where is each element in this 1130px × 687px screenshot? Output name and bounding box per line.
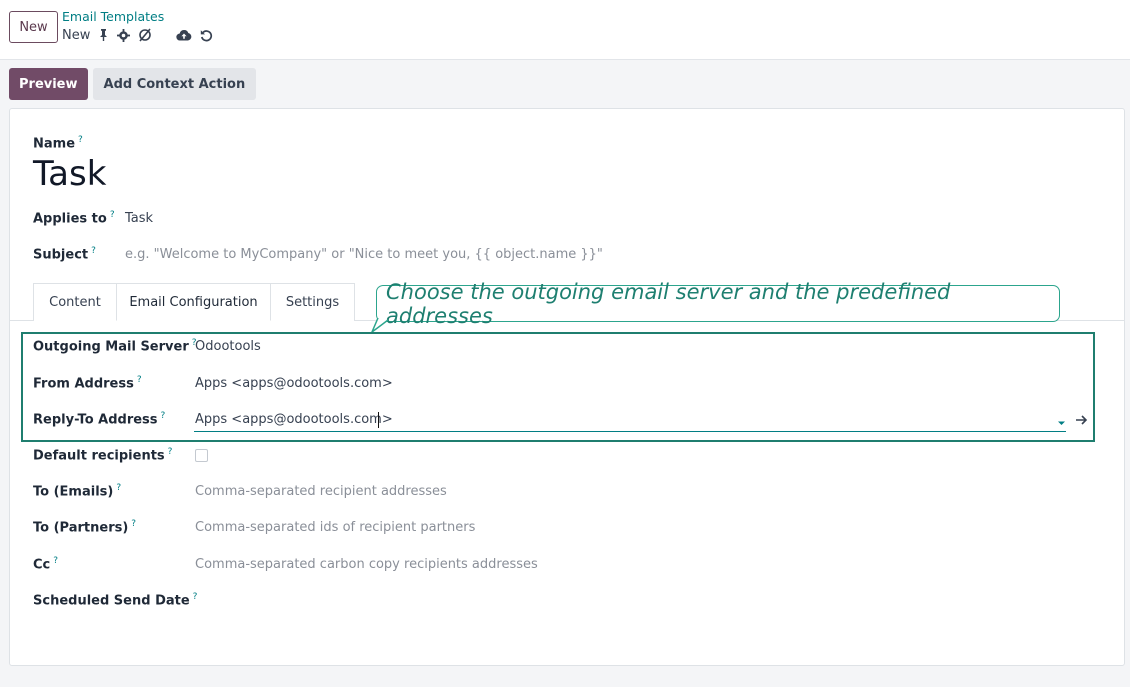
- outgoing-mail-server-label: Outgoing Mail Server?: [33, 338, 197, 355]
- text-caret: [378, 412, 379, 428]
- cc-input[interactable]: Comma-separated carbon copy recipients a…: [195, 557, 538, 572]
- tab-email-configuration[interactable]: Email Configuration: [116, 283, 271, 321]
- reply-to-address-input[interactable]: Apps <apps@odootools.com>: [195, 412, 393, 427]
- default-recipients-label: Default recipients?: [33, 447, 173, 464]
- record-status: New: [62, 26, 213, 44]
- applies-to-field[interactable]: Task: [125, 211, 153, 226]
- breadcrumb-email-templates[interactable]: Email Templates: [62, 9, 164, 24]
- help-icon[interactable]: ?: [168, 447, 173, 457]
- to-emails-input[interactable]: Comma-separated recipient addresses: [195, 484, 447, 499]
- help-icon[interactable]: ?: [91, 246, 96, 256]
- to-partners-input[interactable]: Comma-separated ids of recipient partner…: [195, 520, 475, 535]
- gear-icon[interactable]: [117, 28, 131, 42]
- help-icon[interactable]: ?: [110, 210, 115, 220]
- from-address-label: From Address?: [33, 375, 142, 392]
- cc-label: Cc?: [33, 556, 59, 573]
- help-icon[interactable]: ?: [137, 375, 142, 385]
- template-name-field[interactable]: Task: [33, 154, 106, 194]
- subject-label: Subject?: [33, 246, 96, 263]
- help-icon[interactable]: ?: [131, 519, 136, 529]
- form-action-bar: Preview Add Context Action: [9, 68, 257, 100]
- to-emails-label: To (Emails)?: [33, 483, 122, 500]
- reply-to-input-underline: [194, 431, 1066, 432]
- name-label: Name?: [33, 135, 83, 152]
- refresh-icon[interactable]: [138, 28, 152, 42]
- help-icon[interactable]: ?: [53, 556, 58, 566]
- tab-settings[interactable]: Settings: [270, 283, 355, 321]
- help-icon[interactable]: ?: [193, 592, 198, 602]
- scheduled-send-date-label: Scheduled Send Date?: [33, 592, 198, 609]
- tooltip-callout: Choose the outgoing email server and the…: [376, 280, 1060, 328]
- outgoing-mail-server-field[interactable]: Odootools: [195, 339, 261, 354]
- subject-input[interactable]: e.g. "Welcome to MyCompany" or "Nice to …: [125, 247, 603, 262]
- record-name: New: [62, 27, 91, 43]
- help-icon[interactable]: ?: [116, 483, 121, 493]
- pin-icon[interactable]: [98, 29, 109, 41]
- control-panel: New Email Templates New: [0, 0, 1130, 60]
- new-button[interactable]: New: [9, 11, 58, 43]
- arrow-right-icon[interactable]: [1075, 414, 1089, 426]
- dropdown-caret-icon[interactable]: [1057, 420, 1066, 426]
- help-icon[interactable]: ?: [161, 411, 166, 421]
- applies-to-label: Applies to?: [33, 210, 115, 227]
- help-icon[interactable]: ?: [78, 135, 83, 145]
- add-context-action-button[interactable]: Add Context Action: [92, 68, 257, 100]
- preview-button[interactable]: Preview: [9, 68, 88, 100]
- reply-to-address-label: Reply-To Address?: [33, 411, 166, 428]
- default-recipients-checkbox[interactable]: [195, 449, 208, 462]
- cloud-upload-icon[interactable]: [176, 29, 192, 41]
- undo-icon[interactable]: [200, 29, 213, 42]
- tab-content[interactable]: Content: [33, 283, 117, 321]
- to-partners-label: To (Partners)?: [33, 519, 137, 536]
- from-address-field[interactable]: Apps <apps@odootools.com>: [195, 376, 393, 391]
